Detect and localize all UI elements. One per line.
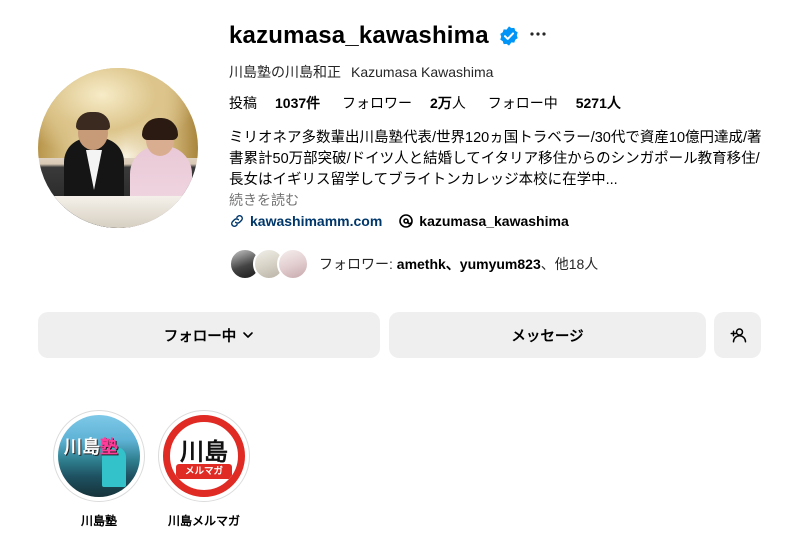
display-name: 川島塾の川島和正 Kazumasa Kawashima <box>229 62 493 82</box>
highlight-cover-text-2: 川島 <box>180 438 228 466</box>
followers-value: 2万 <box>430 95 452 111</box>
followed-by-names: amethk、yumyum823 <box>396 256 541 272</box>
avatar-table <box>38 196 198 228</box>
message-button[interactable]: メッセージ <box>389 312 706 358</box>
follower-avatar-3 <box>277 248 309 280</box>
highlight-cover-tag-2: メルマガ <box>176 464 232 479</box>
suggested-users-button[interactable] <box>714 312 761 358</box>
verified-badge-icon <box>500 26 518 46</box>
followed-by[interactable]: フォロワー: amethk、yumyum823、他18人 <box>229 248 598 280</box>
following-button[interactable]: フォロー中 <box>38 312 380 358</box>
posts-count: 投稿 1037件 <box>229 95 320 111</box>
highlight-cover-1: 川島塾 <box>58 415 140 497</box>
profile-avatar[interactable] <box>38 68 198 228</box>
avatar-person-hair <box>76 112 110 130</box>
followers-suffix: 人 <box>451 95 466 111</box>
threads-icon <box>399 214 414 228</box>
highlight-cover-text-1b: 塾 <box>100 437 118 458</box>
following-label: フォロー中 <box>487 95 558 111</box>
add-user-icon <box>730 328 746 343</box>
posts-label: 投稿 <box>229 95 257 111</box>
followers-count[interactable]: フォロワー 2万人 <box>342 95 466 111</box>
threads-link[interactable]: kazumasa_kawashima <box>419 213 568 229</box>
profile-stats: 投稿 1037件 フォロワー 2万人 フォロー中 5271人 <box>229 93 639 113</box>
followed-by-text: フォロワー: amethk、yumyum823、他18人 <box>319 254 598 274</box>
profile-username: kazumasa_kawashima <box>229 22 489 49</box>
highlight-label-2[interactable]: 川島メルマガ <box>144 512 264 529</box>
followed-by-suffix: 、他18人 <box>540 256 599 272</box>
more-options-icon[interactable] <box>528 24 548 44</box>
posts-value: 1037件 <box>275 95 321 111</box>
highlight-label-1[interactable]: 川島塾 <box>39 512 159 529</box>
followers-label: フォロワー <box>342 95 413 111</box>
highlight-kawashima-merumaga[interactable]: 川島 メルマガ <box>158 410 250 502</box>
display-name-en: Kazumasa Kawashima <box>351 64 494 80</box>
profile-page: kazumasa_kawashima 川島塾の川島和正 Kazumasa Kawa… <box>0 0 800 544</box>
avatar-person-hair-2 <box>142 118 178 140</box>
following-count[interactable]: フォロー中 5271人 <box>488 95 621 111</box>
message-button-label: メッセージ <box>511 328 584 345</box>
avatar-background <box>38 68 198 158</box>
following-value: 5271人 <box>575 95 621 111</box>
display-name-jp: 川島塾の川島和正 <box>229 64 341 80</box>
profile-bio: ミリオネア多数輩出川島塾代表/世界120ヵ国トラベラー/30代で資産10億円達成… <box>229 130 762 188</box>
followed-by-prefix: フォロワー: <box>319 256 397 272</box>
read-more-link[interactable]: 続きを読む <box>229 190 299 210</box>
highlight-cover-text-1a: 川島 <box>64 437 100 458</box>
highlight-cover-text-1: 川島塾 <box>64 433 118 459</box>
profile-links: kawashimamm.com kazumasa_kawashima <box>229 213 569 229</box>
following-button-label: フォロー中 <box>163 328 237 345</box>
website-link[interactable]: kawashimamm.com <box>250 213 382 229</box>
highlight-cover-2: 川島 メルマガ <box>163 415 245 497</box>
link-icon <box>231 215 243 227</box>
highlight-kawashima-juku[interactable]: 川島塾 <box>53 410 145 502</box>
chevron-down-icon <box>243 332 254 338</box>
